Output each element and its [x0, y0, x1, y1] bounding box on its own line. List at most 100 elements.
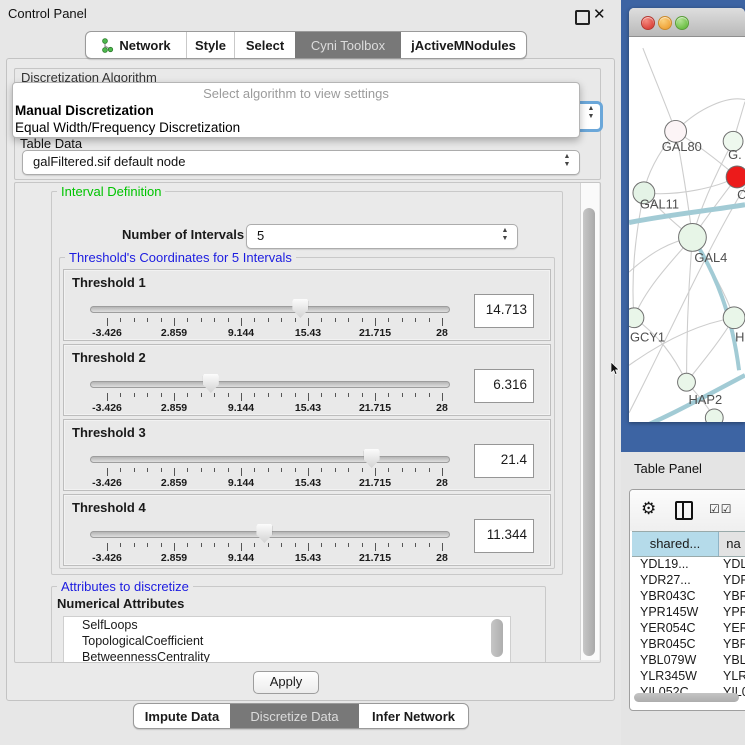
network-node-label: C	[737, 187, 745, 202]
column-header-name[interactable]: na	[719, 532, 745, 556]
network-edge[interactable]	[687, 237, 693, 382]
tab-cyni-toolbox[interactable]: Cyni Toolbox	[295, 32, 401, 58]
table-row[interactable]: YDR27...YDR2	[632, 572, 745, 588]
attribute-item[interactable]: BetweennessCentrality	[64, 649, 510, 663]
slider-tick-label: 9.144	[211, 477, 271, 489]
algorithm-popup-hint[interactable]: Select algorithm to view settings	[13, 86, 579, 101]
tab-network[interactable]: Network	[86, 32, 186, 58]
apply-button[interactable]: Apply	[253, 671, 319, 694]
slider-tick-label: 28	[412, 477, 472, 489]
name-cell[interactable]: YDR2	[718, 572, 745, 588]
threshold-4-slider-thumb[interactable]	[256, 524, 272, 543]
threshold-4-value-field[interactable]: 11.344	[474, 519, 534, 553]
table-row[interactable]: YBR043CYBR0	[632, 588, 745, 604]
tab-impute-data[interactable]: Impute Data	[134, 704, 230, 728]
columns-icon[interactable]	[675, 501, 693, 520]
network-node[interactable]	[679, 224, 707, 252]
slider-tick	[268, 393, 269, 397]
tab-infer-network[interactable]: Infer Network	[359, 704, 468, 728]
slider-tick-label: 9.144	[211, 552, 271, 564]
zoom-traffic-light-icon[interactable]	[675, 16, 689, 30]
tab-style-label: Style	[195, 38, 226, 53]
table-data-label: Table Data	[20, 136, 82, 151]
name-cell[interactable]: YBR0	[718, 636, 745, 652]
attributes-list-scrollbar[interactable]	[491, 619, 503, 657]
threshold-2-slider-thumb[interactable]	[203, 374, 219, 393]
network-node[interactable]	[723, 307, 745, 329]
tab-jactivemnodules[interactable]: jActiveMNodules	[401, 32, 526, 58]
settings-scrollbar-thumb[interactable]	[583, 208, 595, 656]
slider-tick	[174, 393, 175, 401]
table-row[interactable]: YER054CYER0	[632, 620, 745, 636]
close-traffic-light-icon[interactable]	[641, 16, 655, 30]
name-cell[interactable]: YLR3	[718, 668, 745, 684]
shared-name-cell[interactable]: YBL079W	[632, 652, 718, 668]
close-icon[interactable]: ✕	[593, 5, 606, 23]
name-cell[interactable]: YPR1	[718, 604, 745, 620]
table-row[interactable]: YBR045CYBR0	[632, 636, 745, 652]
name-cell[interactable]: YBL0	[718, 652, 745, 668]
threshold-1-value-field[interactable]: 14.713	[474, 294, 534, 328]
attribute-item[interactable]: SelfLoops	[64, 617, 510, 633]
network-edge[interactable]	[634, 237, 692, 317]
select-columns-icon[interactable]: ☑☑	[709, 502, 733, 516]
algorithm-popup-item-manual[interactable]: Manual Discretization	[15, 103, 154, 118]
slider-tick	[402, 468, 403, 472]
table-row[interactable]: YPR145WYPR1	[632, 604, 745, 620]
network-node[interactable]	[705, 409, 723, 422]
tab-cyni-toolbox-label: Cyni Toolbox	[311, 38, 385, 53]
slider-tick	[362, 318, 363, 322]
attribute-item[interactable]: TopologicalCoefficient	[64, 633, 510, 649]
network-edge[interactable]	[687, 318, 735, 382]
table-data-combobox[interactable]: galFiltered.sif default node ▲▼	[22, 150, 580, 175]
slider-tick	[228, 543, 229, 547]
name-cell[interactable]: YER0	[718, 620, 745, 636]
shared-name-cell[interactable]: YBR045C	[632, 636, 718, 652]
table-horizontal-scrollbar[interactable]	[634, 693, 739, 702]
algorithm-popup-item-equal-width[interactable]: Equal Width/Frequency Discretization	[15, 120, 240, 135]
network-node[interactable]	[726, 166, 745, 188]
gear-icon[interactable]: ⚙	[641, 499, 656, 519]
slider-tick	[161, 543, 162, 547]
network-node[interactable]	[629, 308, 644, 328]
network-node[interactable]	[678, 373, 696, 391]
slider-tick	[214, 543, 215, 547]
table-row[interactable]: YBL079WYBL0	[632, 652, 745, 668]
shared-name-cell[interactable]: YLR345W	[632, 668, 718, 684]
shared-name-cell[interactable]: YBR043C	[632, 588, 718, 604]
network-window-titlebar[interactable]	[629, 8, 745, 37]
slider-tick	[442, 543, 443, 551]
table-row[interactable]: YLR345WYLR3	[632, 668, 745, 684]
slider-tick	[214, 393, 215, 397]
shared-name-cell[interactable]: YPR145W	[632, 604, 718, 620]
slider-tick-label: 15.43	[278, 477, 338, 489]
threshold-3-slider-thumb[interactable]	[364, 449, 380, 468]
shared-name-cell[interactable]: YER054C	[632, 620, 718, 636]
network-window: GAL80G.CGAL11GAL4GCY1HHAP2	[629, 8, 745, 422]
tab-infer-network-label: Infer Network	[372, 709, 455, 724]
network-canvas[interactable]: GAL80G.CGAL11GAL4GCY1HHAP2	[629, 37, 745, 422]
threshold-1-slider-thumb[interactable]	[292, 299, 308, 318]
tab-style[interactable]: Style	[186, 32, 234, 58]
network-edge[interactable]	[644, 177, 737, 194]
slider-tick	[187, 318, 188, 322]
slider-tick-label: -3.426	[77, 327, 137, 339]
number-of-intervals-combobox[interactable]: 5 ▲▼	[246, 224, 518, 249]
column-header-shared-name[interactable]: shared...	[632, 532, 719, 556]
chevron-up-down-icon: ▲▼	[586, 105, 596, 121]
shared-name-cell[interactable]: YDR27...	[632, 572, 718, 588]
name-cell[interactable]: YBR0	[718, 588, 745, 604]
name-cell[interactable]: YDL1	[718, 556, 745, 572]
table-row[interactable]: YDL19...YDL1	[632, 556, 745, 572]
network-edge[interactable]	[643, 48, 676, 131]
threshold-2-value-field[interactable]: 6.316	[474, 369, 534, 403]
threshold-3-value-field[interactable]: 21.4	[474, 444, 534, 478]
slider-tick	[107, 318, 108, 326]
float-window-icon[interactable]	[575, 10, 590, 25]
shared-name-cell[interactable]: YDL19...	[632, 556, 718, 572]
network-edge[interactable]	[676, 99, 745, 131]
tab-select[interactable]: Select	[234, 32, 295, 58]
slider-tick	[201, 318, 202, 322]
tab-discretize-data[interactable]: Discretize Data	[230, 704, 359, 728]
minimize-traffic-light-icon[interactable]	[658, 16, 672, 30]
